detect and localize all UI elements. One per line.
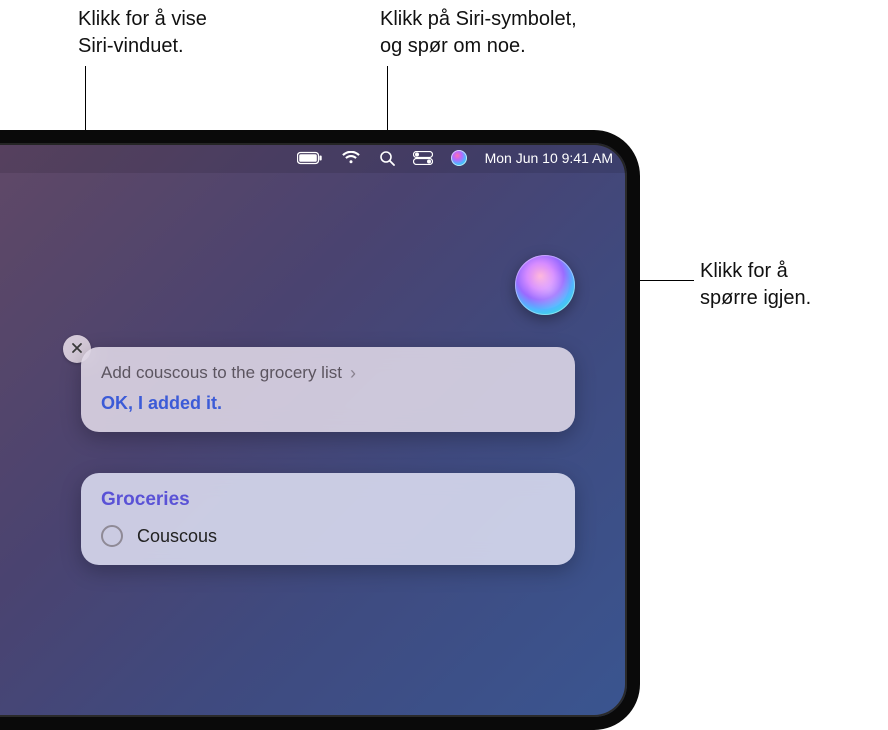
siri-response-card: Add couscous to the grocery list › OK, I… bbox=[81, 347, 575, 432]
siri-ask-again-orb[interactable] bbox=[515, 255, 575, 315]
desktop: Add couscous to the grocery list › OK, I… bbox=[0, 173, 627, 717]
menubar: Mon Jun 10 9:41 AM bbox=[0, 143, 627, 173]
siri-request-text: Add couscous to the grocery list bbox=[101, 363, 342, 383]
callout-line-1: Klikk for å bbox=[700, 258, 811, 285]
battery-icon[interactable] bbox=[297, 151, 323, 165]
siri-response-text: OK, I added it. bbox=[101, 393, 555, 414]
siri-menubar-icon[interactable] bbox=[451, 150, 467, 166]
control-center-icon[interactable] bbox=[413, 151, 433, 165]
callout-ask-again: Klikk for å spørre igjen. bbox=[700, 258, 811, 312]
callout-click-siri-icon: Klikk på Siri-symbolet, og spør om noe. bbox=[380, 6, 577, 60]
callout-line-2: og spør om noe. bbox=[380, 33, 577, 60]
close-icon bbox=[71, 341, 83, 358]
callout-line-1: Klikk på Siri-symbolet, bbox=[380, 6, 577, 33]
callout-line-2: Siri-vinduet. bbox=[78, 33, 207, 60]
callout-line-2: spørre igjen. bbox=[700, 285, 811, 312]
siri-list-card: Groceries Couscous bbox=[81, 473, 575, 565]
list-item[interactable]: Couscous bbox=[101, 525, 555, 547]
callout-show-siri-window: Klikk for å vise Siri-vinduet. bbox=[78, 6, 207, 60]
list-item-label: Couscous bbox=[137, 526, 217, 547]
chevron-right-icon: › bbox=[350, 364, 356, 382]
radio-unchecked-icon[interactable] bbox=[101, 525, 123, 547]
siri-request-row[interactable]: Add couscous to the grocery list › bbox=[101, 363, 555, 383]
wifi-icon[interactable] bbox=[341, 151, 361, 165]
device-frame: Mon Jun 10 9:41 AM Add couscous to the g… bbox=[0, 130, 640, 730]
menubar-datetime[interactable]: Mon Jun 10 9:41 AM bbox=[485, 150, 613, 166]
list-title: Groceries bbox=[101, 489, 555, 511]
spotlight-icon[interactable] bbox=[379, 150, 395, 166]
callout-line-1: Klikk for å vise bbox=[78, 6, 207, 33]
